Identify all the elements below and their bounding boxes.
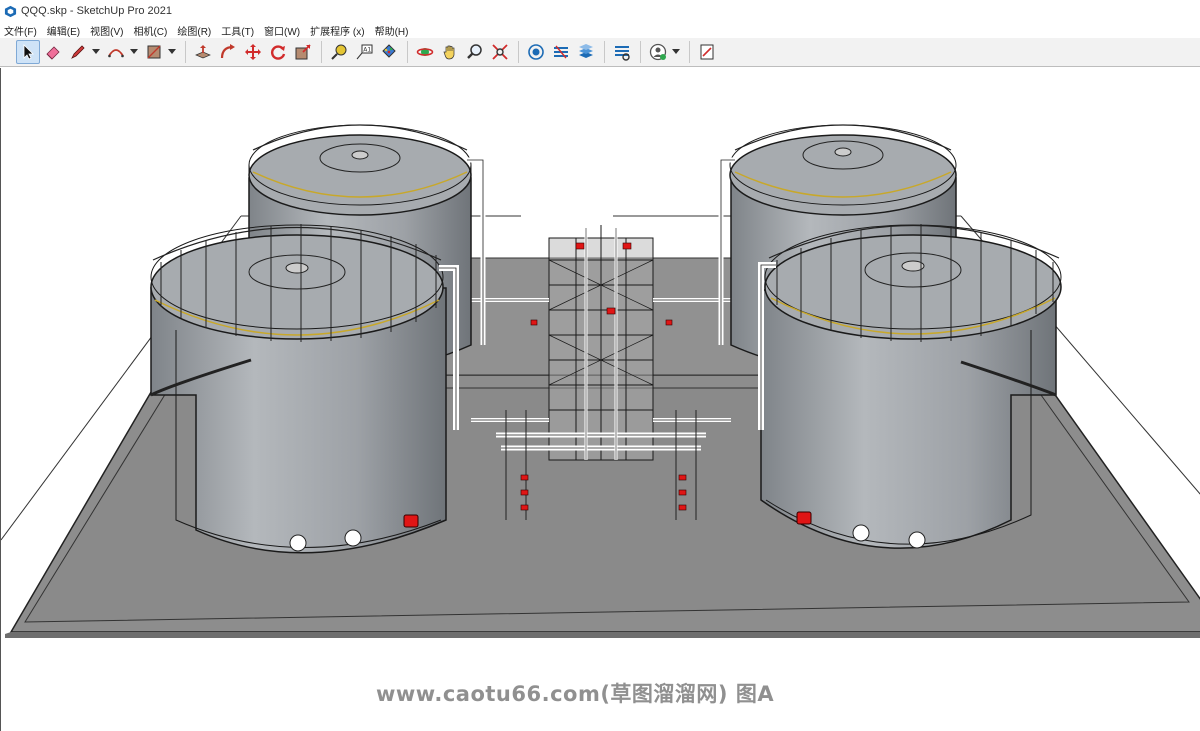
text-tool-button[interactable]: A1 xyxy=(352,40,376,64)
arc-tool-button[interactable] xyxy=(104,40,128,64)
chevron-down-icon xyxy=(129,49,138,54)
chevron-down-icon xyxy=(167,49,176,54)
menu-draw[interactable]: 绘图(R) xyxy=(177,23,211,38)
line-tool-dropdown[interactable] xyxy=(91,40,100,64)
chevron-down-icon xyxy=(671,49,680,54)
zoom-icon xyxy=(467,44,482,59)
menu-edit[interactable]: 编辑(E) xyxy=(47,23,80,38)
notes-icon xyxy=(700,44,714,60)
menu-camera[interactable]: 相机(C) xyxy=(133,23,167,38)
extension-warehouse-button[interactable] xyxy=(549,40,573,64)
svg-text:A1: A1 xyxy=(363,47,371,54)
arc-icon xyxy=(108,49,124,58)
menu-extensions[interactable]: 扩展程序 (x) xyxy=(310,23,364,38)
extension-manager-button[interactable] xyxy=(610,40,634,64)
main-toolbar: A1 xyxy=(0,38,1200,67)
pencil-line-icon xyxy=(71,45,85,59)
follow-me-icon xyxy=(220,44,235,59)
layout-button[interactable] xyxy=(574,40,598,64)
orbit-icon xyxy=(416,48,434,56)
rectangle-icon xyxy=(147,45,161,59)
menu-help[interactable]: 帮助(H) xyxy=(375,23,409,38)
toolbar-separator xyxy=(407,41,408,63)
tape-measure-icon xyxy=(331,44,347,60)
text-label-icon: A1 xyxy=(356,44,373,60)
paint-bucket-icon xyxy=(382,44,396,58)
warehouse-icon xyxy=(528,44,544,60)
line-tool-button[interactable] xyxy=(66,40,90,64)
paint-bucket-tool-button[interactable] xyxy=(377,40,401,64)
menu-bar: 文件(F) 编辑(E) 视图(V) 相机(C) 绘图(R) 工具(T) 窗口(W… xyxy=(0,22,1200,38)
arc-tool-dropdown[interactable] xyxy=(129,40,138,64)
menu-tools[interactable]: 工具(T) xyxy=(221,23,254,38)
model-viewport[interactable] xyxy=(0,68,1200,731)
move-icon xyxy=(245,44,261,60)
chevron-down-icon xyxy=(91,49,100,54)
select-tool-button[interactable] xyxy=(16,40,40,64)
orbit-tool-button[interactable] xyxy=(413,40,437,64)
rotate-tool-button[interactable] xyxy=(266,40,290,64)
warehouse-button[interactable] xyxy=(524,40,548,64)
eraser-tool-button[interactable] xyxy=(41,40,65,64)
extension-warehouse-icon xyxy=(554,45,568,59)
menu-file[interactable]: 文件(F) xyxy=(4,23,37,38)
move-tool-button[interactable] xyxy=(241,40,265,64)
account-button[interactable] xyxy=(646,40,670,64)
notes-button[interactable] xyxy=(695,40,719,64)
account-icon xyxy=(649,43,667,61)
rotate-icon xyxy=(271,45,286,60)
select-arrow-icon xyxy=(23,44,34,60)
eraser-icon xyxy=(46,46,60,60)
toolbar-separator xyxy=(640,41,641,63)
toolbar-separator xyxy=(321,41,322,63)
menu-window[interactable]: 窗口(W) xyxy=(264,23,300,38)
follow-me-tool-button[interactable] xyxy=(216,40,240,64)
account-dropdown[interactable] xyxy=(671,40,680,64)
extension-manager-icon xyxy=(615,46,630,61)
push-pull-icon xyxy=(195,45,211,59)
toolbar-separator xyxy=(518,41,519,63)
layout-icon xyxy=(579,44,593,58)
toolbar-separator xyxy=(604,41,605,63)
menu-view[interactable]: 视图(V) xyxy=(90,23,123,38)
rectangle-tool-dropdown[interactable] xyxy=(167,40,176,64)
zoom-extents-tool-button[interactable] xyxy=(488,40,512,64)
window-title: QQQ.skp - SketchUp Pro 2021 xyxy=(21,5,173,17)
scale-tool-button[interactable] xyxy=(291,40,315,64)
toolbar-separator xyxy=(185,41,186,63)
toolbar-separator xyxy=(689,41,690,63)
sketchup-logo-icon xyxy=(4,5,17,17)
tank-front-left xyxy=(150,224,459,554)
scale-icon xyxy=(295,44,311,60)
tape-measure-tool-button[interactable] xyxy=(327,40,351,64)
zoom-tool-button[interactable] xyxy=(463,40,487,64)
title-bar: QQQ.skp - SketchUp Pro 2021 xyxy=(0,0,1200,22)
pan-tool-button[interactable] xyxy=(438,40,462,64)
rectangle-tool-button[interactable] xyxy=(142,40,166,64)
pan-hand-icon xyxy=(443,45,455,60)
zoom-extents-icon xyxy=(492,44,508,60)
tank-farm-model[interactable] xyxy=(1,68,1200,731)
watermark-text: www.caotu66.com(草图溜溜网) 图A xyxy=(376,682,775,706)
push-pull-tool-button[interactable] xyxy=(191,40,215,64)
